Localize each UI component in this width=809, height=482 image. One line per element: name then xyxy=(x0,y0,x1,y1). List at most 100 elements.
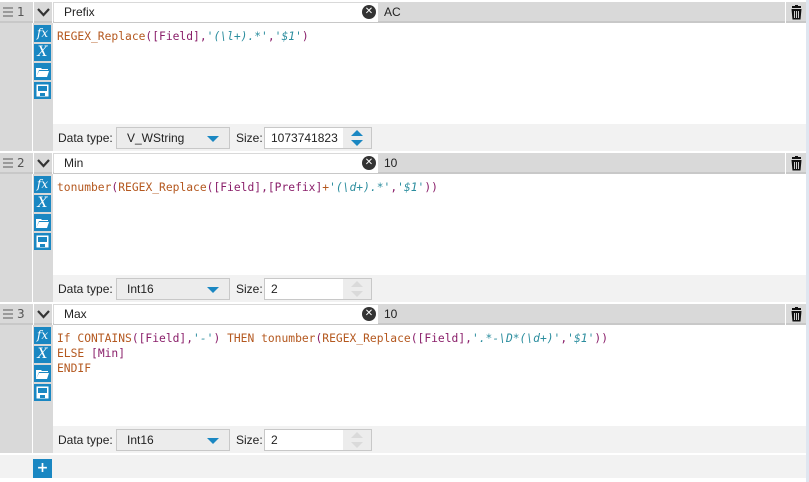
size-stepper[interactable] xyxy=(343,430,371,450)
expression-editor[interactable]: If CONTAINS([Field],'-') THEN tonumber(R… xyxy=(57,331,608,376)
data-type-label: Data type: xyxy=(58,131,113,145)
code-line: REGEX_Replace([Field],'(\l+).*','$1') xyxy=(57,29,309,44)
formula-fx-icon[interactable]: fx xyxy=(34,176,51,193)
stepper-up-icon[interactable] xyxy=(351,281,363,287)
chevron-down-icon xyxy=(37,310,50,319)
variable-x-icon[interactable]: X xyxy=(34,346,51,363)
formula-row: 1 Prefix ✕ AC fx X REGEX_Replace([Field]… xyxy=(0,2,806,152)
expression-editor[interactable]: tonumber(REGEX_Replace([Field],[Prefix]+… xyxy=(57,180,438,195)
size-label: Size: xyxy=(236,433,263,447)
delete-row-button[interactable] xyxy=(785,2,806,23)
code-token: ENDIF xyxy=(57,362,92,375)
code-token: ([Field], xyxy=(131,332,194,345)
collapse-toggle[interactable] xyxy=(33,2,53,23)
delete-row-button[interactable] xyxy=(785,153,806,174)
row-header: 3 Max ✕ 10 xyxy=(0,304,806,325)
code-token: '(\d+).*' xyxy=(329,181,391,194)
stepper-up-icon[interactable] xyxy=(351,432,363,438)
code-token: [Min] xyxy=(91,347,126,360)
add-field-button[interactable]: + xyxy=(33,459,52,478)
code-token: ([Field], xyxy=(145,30,207,43)
row-footer: Data type: V_WString Size: 1073741823 xyxy=(53,124,806,151)
row-gutter xyxy=(0,23,32,151)
preview-value: 10 xyxy=(384,156,398,170)
size-value: 2 xyxy=(271,282,278,296)
size-stepper[interactable] xyxy=(343,128,371,148)
code-token: ) xyxy=(301,30,309,43)
formula-row: 3 Max ✕ 10 fx X If CONTAINS([Field],'-')… xyxy=(0,304,806,454)
row-number: 3 xyxy=(17,307,25,321)
size-input[interactable]: 1073741823 xyxy=(264,127,372,149)
formula-fx-icon[interactable]: fx xyxy=(34,327,51,344)
collapse-toggle[interactable] xyxy=(33,304,53,325)
code-line: If CONTAINS([Field],'-') THEN tonumber(R… xyxy=(57,331,608,346)
formula-fx-icon[interactable]: fx xyxy=(34,25,51,42)
size-input[interactable]: 2 xyxy=(264,278,372,300)
data-type-dropdown[interactable]: Int16 xyxy=(116,278,230,300)
code-token: '$1' xyxy=(567,332,595,345)
stepper-up-icon[interactable] xyxy=(351,130,363,136)
code-token: ([Field], xyxy=(410,332,472,345)
row-footer: Data type: Int16 Size: 2 xyxy=(53,275,806,302)
code-token: )) xyxy=(424,181,438,194)
code-token: '(\l+).*' xyxy=(206,30,268,43)
data-type-dropdown[interactable]: V_WString xyxy=(116,127,230,149)
code-token: tonumber xyxy=(57,181,112,194)
save-icon[interactable] xyxy=(34,384,51,401)
code-token: , xyxy=(267,30,275,43)
chevron-down-icon xyxy=(37,8,50,17)
data-type-value: V_WString xyxy=(127,131,185,145)
data-type-label: Data type: xyxy=(58,433,113,447)
output-field-name-input[interactable]: Min xyxy=(54,154,378,173)
variable-x-icon[interactable]: X xyxy=(34,44,51,61)
save-icon[interactable] xyxy=(34,233,51,250)
code-token: ([Field],[Prefix] xyxy=(206,181,323,194)
size-stepper[interactable] xyxy=(343,279,371,299)
drag-handle-icon[interactable] xyxy=(3,309,13,320)
expression-editor[interactable]: REGEX_Replace([Field],'(\l+).*','$1') xyxy=(57,29,309,44)
save-icon[interactable] xyxy=(34,82,51,99)
stepper-down-icon[interactable] xyxy=(351,291,363,297)
row-header: 2 Min ✕ 10 xyxy=(0,153,806,174)
row-number: 2 xyxy=(17,156,25,170)
clear-name-icon[interactable]: ✕ xyxy=(362,5,376,19)
open-folder-icon[interactable] xyxy=(34,365,51,382)
size-value: 1073741823 xyxy=(271,131,338,145)
code-line: ENDIF xyxy=(57,361,608,376)
stepper-down-icon[interactable] xyxy=(351,140,363,146)
output-field-name-input[interactable]: Max xyxy=(54,305,378,324)
open-folder-icon[interactable] xyxy=(34,214,51,231)
code-token: '-' xyxy=(193,332,214,345)
data-type-dropdown[interactable]: Int16 xyxy=(116,429,230,451)
dropdown-caret-icon xyxy=(207,438,219,444)
trash-icon xyxy=(791,156,802,171)
dropdown-caret-icon xyxy=(207,136,219,142)
clear-name-icon[interactable]: ✕ xyxy=(362,156,376,170)
output-field-name-input[interactable]: Prefix xyxy=(54,3,378,22)
code-line: tonumber(REGEX_Replace([Field],[Prefix]+… xyxy=(57,180,438,195)
code-token: '$1' xyxy=(397,181,425,194)
drag-handle-icon[interactable] xyxy=(3,158,13,169)
open-folder-icon[interactable] xyxy=(34,63,51,80)
variable-x-icon[interactable]: X xyxy=(34,195,51,212)
row-footer: Data type: Int16 Size: 2 xyxy=(53,426,806,453)
delete-row-button[interactable] xyxy=(785,304,806,325)
row-gutter xyxy=(0,174,32,302)
add-row-bar xyxy=(0,455,806,478)
size-value: 2 xyxy=(271,433,278,447)
size-input[interactable]: 2 xyxy=(264,429,372,451)
size-label: Size: xyxy=(236,131,263,145)
stepper-down-icon[interactable] xyxy=(351,442,363,448)
dropdown-caret-icon xyxy=(207,287,219,293)
collapse-toggle[interactable] xyxy=(33,153,53,174)
code-token: REGEX_Replace xyxy=(322,332,411,345)
code-token: ELSE xyxy=(57,347,92,360)
drag-handle-icon[interactable] xyxy=(3,7,13,18)
code-token: '$1' xyxy=(274,30,302,43)
code-token: THEN tonumber xyxy=(227,332,316,345)
code-token: '.*-\D*(\d+)' xyxy=(471,332,561,345)
clear-name-icon[interactable]: ✕ xyxy=(362,307,376,321)
data-type-value: Int16 xyxy=(127,433,154,447)
row-header: 1 Prefix ✕ AC xyxy=(0,2,806,23)
code-token: REGEX_Replace xyxy=(118,181,207,194)
